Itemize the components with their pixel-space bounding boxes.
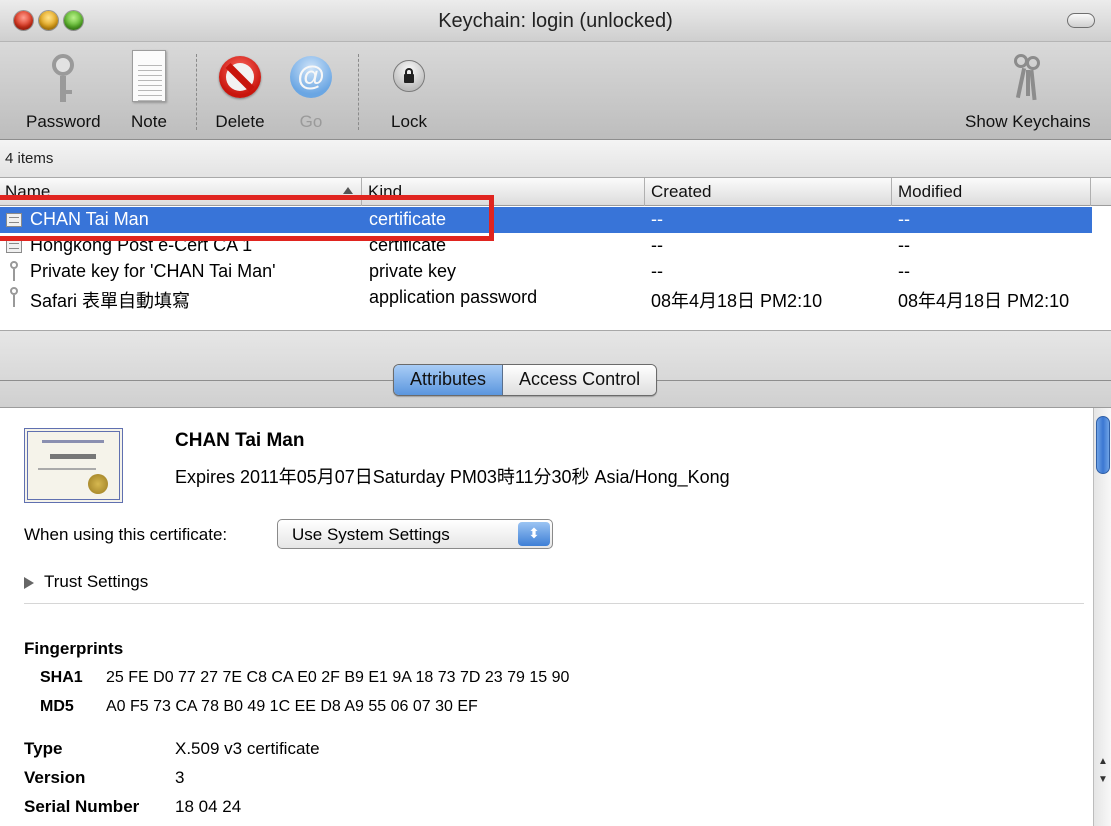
- lock-icon: [391, 50, 427, 106]
- certificate-title: CHAN Tai Man: [175, 430, 305, 451]
- sort-ascending-icon: [343, 187, 353, 194]
- md5-row: MD5 A0 F5 73 CA 78 B0 49 1C EE D8 A9 55 0…: [40, 698, 478, 715]
- note-icon: [130, 50, 168, 106]
- detail-scrollbar[interactable]: ▲ ▼: [1093, 408, 1111, 826]
- tab-control: Attributes Access Control: [393, 364, 658, 396]
- title-bar: Keychain: login (unlocked): [0, 0, 1111, 42]
- note-label: Note: [131, 112, 167, 131]
- delete-label: Delete: [215, 112, 265, 131]
- trust-settings-disclosure[interactable]: Trust Settings: [24, 572, 148, 592]
- when-using-label: When using this certificate:: [24, 525, 228, 544]
- keys-icon: [1008, 50, 1048, 106]
- go-label: Go: [299, 112, 323, 131]
- scroll-down-arrow-icon[interactable]: ▼: [1096, 772, 1110, 788]
- tab-attributes[interactable]: Attributes: [394, 365, 504, 395]
- note-button[interactable]: Note: [130, 50, 168, 132]
- key-icon: [48, 50, 78, 106]
- table-row[interactable]: Private key for 'CHAN Tai Man' private k…: [0, 259, 1092, 285]
- serial-number-value: 18 04 24: [175, 797, 242, 816]
- type-value: X.509 v3 certificate: [175, 739, 320, 758]
- password-label: Password: [26, 112, 101, 131]
- split-view-divider[interactable]: Attributes Access Control: [0, 330, 1111, 408]
- column-header-created[interactable]: Created: [651, 182, 711, 202]
- sha1-row: SHA1 25 FE D0 77 27 7E C8 CA E0 2F B9 E1 …: [40, 669, 570, 686]
- serial-number-row: Serial Number 18 04 24: [24, 797, 242, 816]
- certificate-image: [24, 428, 123, 503]
- sha1-value: 25 FE D0 77 27 7E C8 CA E0 2F B9 E1 9A 1…: [106, 669, 570, 686]
- detail-panel: CHAN Tai Man Expires 2011年05月07日Saturday…: [0, 408, 1093, 826]
- toolbar: Password Note Delete @ Go Lock Show Keyc…: [0, 42, 1111, 140]
- tab-access-control[interactable]: Access Control: [503, 365, 657, 395]
- at-icon: @: [288, 50, 334, 106]
- trust-popup-value: Use System Settings: [292, 525, 450, 544]
- md5-value: A0 F5 73 CA 78 B0 49 1C EE D8 A9 55 06 0…: [106, 698, 478, 715]
- certificate-expiry: Expires 2011年05月07日Saturday PM03時11分30秒 …: [175, 467, 730, 487]
- key-icon: [9, 287, 19, 309]
- toolbar-separator: [196, 54, 197, 130]
- toolbar-separator: [358, 54, 359, 130]
- window-title: Keychain: login (unlocked): [438, 10, 673, 32]
- table-row[interactable]: Safari 表單自動填寫 application password 08年4月…: [0, 285, 1092, 311]
- go-button[interactable]: @ Go: [288, 50, 334, 132]
- password-button[interactable]: Password: [26, 50, 101, 132]
- toolbar-toggle-button[interactable]: [1067, 13, 1095, 28]
- scrollbar-thumb[interactable]: [1096, 416, 1110, 474]
- delete-icon: [215, 50, 265, 106]
- divider: [24, 603, 1084, 604]
- item-count: 4 items: [0, 140, 1111, 178]
- column-header-modified[interactable]: Modified: [898, 182, 962, 202]
- type-row: Type X.509 v3 certificate: [24, 739, 320, 758]
- certificate-icon: [6, 239, 22, 253]
- show-keychains-label: Show Keychains: [965, 112, 1091, 131]
- trust-settings-label: Trust Settings: [44, 572, 149, 591]
- lock-button[interactable]: Lock: [391, 50, 427, 132]
- highlight-annotation: [0, 195, 494, 241]
- show-keychains-button[interactable]: Show Keychains: [965, 50, 1091, 132]
- version-row: Version 3: [24, 768, 185, 787]
- fingerprints-heading: Fingerprints: [24, 639, 124, 658]
- trust-popup-select[interactable]: Use System Settings ⬍: [277, 519, 553, 549]
- scroll-up-arrow-icon[interactable]: ▲: [1096, 754, 1110, 770]
- chevron-up-down-icon: ⬍: [518, 522, 550, 546]
- delete-button[interactable]: Delete: [215, 50, 265, 132]
- version-value: 3: [175, 768, 185, 787]
- disclosure-triangle-icon: [24, 576, 34, 589]
- key-icon: [9, 261, 19, 283]
- lock-label: Lock: [391, 112, 427, 131]
